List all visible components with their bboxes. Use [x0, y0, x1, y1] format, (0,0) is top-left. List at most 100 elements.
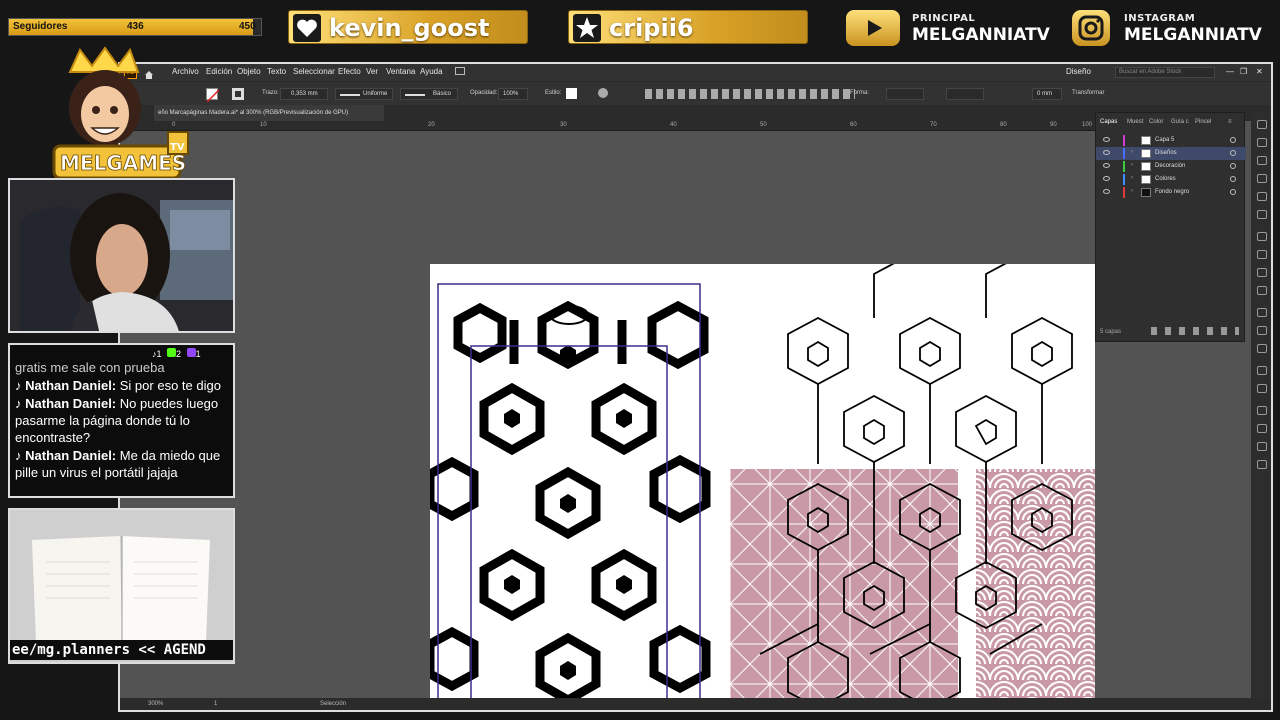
instagram-label: INSTAGRAM	[1124, 13, 1196, 24]
expand-arrow-icon[interactable]: ›	[1131, 188, 1133, 194]
melgames-logo: MELGAMES TV	[50, 46, 195, 182]
horizontal-ruler[interactable]: 0 10 20 30 40 50 60 70 80 90 100	[120, 121, 1095, 131]
menu-efecto[interactable]: Efecto	[338, 67, 361, 76]
layer-target-icon[interactable]	[1230, 137, 1236, 143]
arrange-documents-icon[interactable]	[455, 67, 465, 75]
align-icon[interactable]	[1257, 308, 1267, 317]
planner-ad: ee/mg.planners << AGEND	[8, 508, 235, 664]
layer-target-icon[interactable]	[1230, 189, 1236, 195]
stroke-swatch[interactable]	[232, 88, 244, 100]
links-icon[interactable]	[1257, 406, 1267, 415]
visibility-eye-icon[interactable]	[1103, 150, 1110, 155]
style-swatch[interactable]	[566, 88, 577, 99]
layer-row-colores[interactable]: › Colores	[1096, 173, 1246, 186]
width-field[interactable]	[886, 88, 924, 100]
planner-ad-link[interactable]: ee/mg.planners << AGEND	[10, 640, 233, 660]
layer-name[interactable]: Decoración	[1155, 163, 1185, 169]
stroke-icon[interactable]	[1257, 232, 1267, 241]
layer-target-icon[interactable]	[1230, 176, 1236, 182]
layer-target-icon[interactable]	[1230, 150, 1236, 156]
opacity-field[interactable]: 100%	[498, 88, 528, 100]
layer-name[interactable]: Capa 5	[1155, 137, 1174, 143]
layer-row-capa-5[interactable]: Capa 5	[1096, 134, 1246, 147]
right-panel-dock	[1251, 112, 1271, 702]
close-icon[interactable]: ✕	[1256, 67, 1263, 76]
webcam-feed	[8, 178, 235, 333]
visibility-eye-icon[interactable]	[1103, 137, 1110, 142]
menu-ventana[interactable]: Ventana	[386, 67, 415, 76]
libraries-icon[interactable]	[1257, 138, 1267, 147]
variable-width-profile[interactable]: Uniforme	[335, 88, 393, 100]
brushes-icon[interactable]	[1257, 192, 1267, 201]
chat-message: ♪ Nathan Daniel: Si por eso te digo	[15, 377, 228, 394]
platform-counters: ♪1 2 1	[152, 348, 201, 359]
status-bar: 300% 1 Selección	[120, 698, 1271, 710]
brush-value: Básico	[433, 91, 452, 97]
height-field[interactable]	[946, 88, 984, 100]
adobe-stock-search[interactable]: Buscar en Adobe Stock	[1115, 67, 1215, 78]
chat-message: ♪ Nathan Daniel: No puedes luego pasarme…	[15, 395, 228, 446]
tab-muestras[interactable]: Muest	[1127, 119, 1143, 125]
chat-username: Nathan Daniel:	[25, 396, 117, 411]
tiktok-icon: ♪	[15, 448, 26, 463]
logo-tv: TV	[170, 142, 185, 153]
menu-ayuda[interactable]: Ayuda	[420, 67, 443, 76]
style-label: Estilo:	[545, 90, 562, 96]
layer-name[interactable]: Fondo negro	[1155, 189, 1189, 195]
layer-action-buttons-icon[interactable]	[1151, 327, 1239, 335]
appearance-icon[interactable]	[1257, 286, 1267, 295]
symbols-icon[interactable]	[1257, 210, 1267, 219]
menu-seleccionar[interactable]: Seleccionar	[293, 67, 335, 76]
stroke-weight-field[interactable]: 0,353 mm	[280, 88, 328, 100]
asset-export-icon[interactable]	[1257, 460, 1267, 469]
menu-edicion[interactable]: Edición	[206, 67, 232, 76]
swatches-icon[interactable]	[1257, 174, 1267, 183]
follower-goal-bar: Seguidores 436 450	[8, 18, 262, 36]
transform-icon[interactable]	[1257, 344, 1267, 353]
character-icon[interactable]	[1257, 366, 1267, 375]
canvas-area[interactable]	[120, 131, 1095, 698]
properties-icon[interactable]	[1257, 120, 1267, 129]
layer-row-fondo-negro[interactable]: › Fondo negro	[1096, 186, 1246, 199]
fill-swatch[interactable]	[206, 88, 220, 103]
align-buttons-icon[interactable]	[645, 89, 855, 99]
artboards-icon[interactable]	[1257, 442, 1267, 451]
bookmark-design-artwork[interactable]	[430, 264, 1095, 698]
pathfinder-icon[interactable]	[1257, 326, 1267, 335]
expand-arrow-icon[interactable]: ›	[1131, 149, 1133, 155]
restore-icon[interactable]: ❐	[1240, 67, 1247, 76]
tab-pinceles[interactable]: Pincel	[1195, 119, 1211, 125]
artboard[interactable]	[430, 264, 1095, 698]
transparency-icon[interactable]	[1257, 268, 1267, 277]
tab-color[interactable]: Color	[1149, 119, 1163, 125]
menu-objeto[interactable]: Objeto	[237, 67, 261, 76]
transform-button[interactable]: Transformar	[1072, 90, 1104, 96]
expand-arrow-icon[interactable]: ›	[1131, 162, 1133, 168]
layer-row-disenos[interactable]: › Diseños	[1096, 147, 1246, 160]
panel-menu-icon[interactable]: ≡	[1228, 119, 1232, 125]
gradient-icon[interactable]	[1257, 250, 1267, 259]
visibility-eye-icon[interactable]	[1103, 189, 1110, 194]
layer-target-icon[interactable]	[1230, 163, 1236, 169]
chat-username: Nathan Daniel:	[25, 448, 117, 463]
zoom-level[interactable]: 300%	[148, 701, 163, 707]
visibility-eye-icon[interactable]	[1103, 163, 1110, 168]
layer-name[interactable]: Colores	[1155, 176, 1176, 182]
tab-guia-color[interactable]: Guía c	[1171, 119, 1189, 125]
workspace-switcher[interactable]: Diseño	[1066, 67, 1091, 76]
layer-row-decoracion[interactable]: › Decoración	[1096, 160, 1246, 173]
artboard-number[interactable]: 1	[214, 701, 217, 707]
menu-texto[interactable]: Texto	[267, 67, 286, 76]
layer-name[interactable]: Diseños	[1155, 150, 1177, 156]
tab-capas[interactable]: Capas	[1100, 119, 1117, 125]
menu-ver[interactable]: Ver	[366, 67, 378, 76]
layers-icon[interactable]	[1257, 424, 1267, 433]
corner-field[interactable]: 0 mm	[1032, 88, 1062, 100]
expand-arrow-icon[interactable]: ›	[1131, 175, 1133, 181]
recolor-icon[interactable]	[598, 88, 608, 98]
visibility-eye-icon[interactable]	[1103, 176, 1110, 181]
color-icon[interactable]	[1257, 156, 1267, 165]
minimize-icon[interactable]: —	[1226, 67, 1234, 76]
paragraph-icon[interactable]	[1257, 384, 1267, 393]
brush-definition[interactable]: Básico	[400, 88, 458, 100]
